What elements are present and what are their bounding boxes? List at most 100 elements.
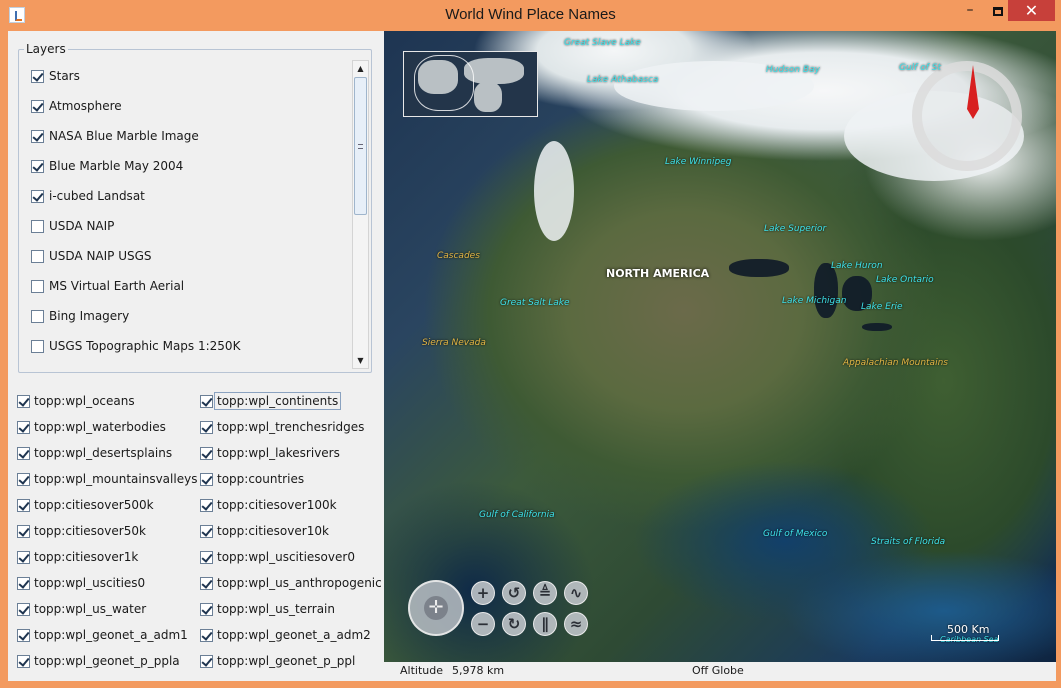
wfs-layer-item[interactable]: topp:wpl_geonet_p_ppla <box>17 651 180 671</box>
wfs-layer-item[interactable]: topp:citiesover500k <box>17 495 154 515</box>
checkbox[interactable] <box>31 189 44 203</box>
checkbox[interactable] <box>17 472 30 486</box>
wfs-layer-item[interactable]: topp:citiesover50k <box>17 521 146 541</box>
layer-item-blue-marble-may-2004[interactable]: Blue Marble May 2004 <box>31 156 183 176</box>
checkbox[interactable] <box>17 654 30 668</box>
exaggeration-up-button[interactable]: ∿ <box>564 581 588 605</box>
checkbox[interactable] <box>31 219 44 233</box>
wfs-layer-item[interactable]: topp:citiesover100k <box>200 495 337 515</box>
minimize-button[interactable]: – <box>956 0 984 24</box>
layer-label: topp:wpl_waterbodies <box>34 420 166 434</box>
checkbox[interactable] <box>17 628 30 642</box>
checkbox[interactable] <box>200 654 213 668</box>
wfs-layer-item[interactable]: topp:citiesover10k <box>200 521 329 541</box>
layer-item-usda-naip-usgs[interactable]: USDA NAIP USGS <box>31 246 152 266</box>
checkbox[interactable] <box>17 394 30 408</box>
heading-left-button[interactable]: ↺ <box>502 581 526 605</box>
wfs-layer-item[interactable]: topp:wpl_geonet_a_adm1 <box>17 625 188 645</box>
checkbox[interactable] <box>31 339 44 353</box>
title-bar[interactable]: World Wind Place Names – ✕ <box>0 0 1061 31</box>
checkbox[interactable] <box>200 550 213 564</box>
scroll-thumb[interactable] <box>354 77 367 215</box>
zoom-in-button[interactable]: + <box>471 581 495 605</box>
checkbox[interactable] <box>200 446 213 460</box>
compass-needle-tail-icon <box>967 109 979 119</box>
wfs-layer-item[interactable]: topp:wpl_uscities0 <box>17 573 145 593</box>
wfs-layer-item[interactable]: topp:wpl_continents <box>200 391 342 411</box>
place-name: Lake Huron <box>831 261 883 271</box>
layer-item-i-cubed-landsat[interactable]: i-cubed Landsat <box>31 186 145 206</box>
layer-item-stars[interactable]: Stars <box>31 66 80 86</box>
zoom-out-button[interactable]: − <box>471 612 495 636</box>
checkbox[interactable] <box>200 394 213 408</box>
checkbox[interactable] <box>31 159 44 173</box>
close-button[interactable]: ✕ <box>1008 0 1055 21</box>
layer-item-bing-imagery[interactable]: Bing Imagery <box>31 306 129 326</box>
place-name: Straits of Florida <box>871 537 946 547</box>
place-name: Gulf of California <box>479 510 555 520</box>
world-wind-canvas[interactable]: Great Slave Lake Lake Athabasca Hudson B… <box>384 31 1056 662</box>
scroll-down-arrow[interactable]: ▼ <box>353 353 368 368</box>
checkbox[interactable] <box>17 524 30 538</box>
checkbox[interactable] <box>31 129 44 143</box>
checkbox[interactable] <box>200 602 213 616</box>
exaggeration-down-button[interactable]: ≈ <box>564 612 588 636</box>
layers-legend: Layers <box>24 42 68 56</box>
wfs-layer-item[interactable]: topp:wpl_desertsplains <box>17 443 172 463</box>
checkbox[interactable] <box>17 420 30 434</box>
layer-item-ms-virtual-earth[interactable]: MS Virtual Earth Aerial <box>31 276 184 296</box>
layers-scrollbar[interactable]: ▲ ▼ <box>352 60 369 369</box>
checkbox[interactable] <box>17 446 30 460</box>
wfs-layer-item[interactable]: topp:wpl_lakesrivers <box>200 443 340 463</box>
layer-label: topp:citiesover100k <box>217 498 337 512</box>
layer-item-nasa-blue-marble[interactable]: NASA Blue Marble Image <box>31 126 199 146</box>
checkbox[interactable] <box>17 602 30 616</box>
checkbox[interactable] <box>31 309 44 323</box>
wfs-layer-item[interactable]: topp:countries <box>200 469 304 489</box>
pitch-up-button[interactable]: ≜ <box>533 581 557 605</box>
checkbox[interactable] <box>200 420 213 434</box>
layer-label: topp:wpl_us_terrain <box>217 602 335 616</box>
wfs-layer-item[interactable]: topp:wpl_us_terrain <box>200 599 335 619</box>
wfs-layer-item[interactable]: topp:wpl_geonet_a_adm2 <box>200 625 371 645</box>
pitch-down-button[interactable]: ∥ <box>533 612 557 636</box>
pan-control[interactable]: ✛ <box>408 580 464 636</box>
checkbox[interactable] <box>17 498 30 512</box>
checkbox[interactable] <box>200 628 213 642</box>
wfs-layer-item[interactable]: topp:wpl_oceans <box>17 391 135 411</box>
wfs-layer-item[interactable]: topp:wpl_trenchesridges <box>200 417 364 437</box>
checkbox[interactable] <box>31 99 44 113</box>
checkbox[interactable] <box>200 498 213 512</box>
layer-item-atmosphere[interactable]: Atmosphere <box>31 96 122 116</box>
wfs-layer-item[interactable]: topp:wpl_uscitiesover0 <box>200 547 355 567</box>
checkbox[interactable] <box>31 69 44 83</box>
layer-label: topp:wpl_geonet_a_adm1 <box>34 628 188 642</box>
overview-land <box>474 82 502 112</box>
checkbox[interactable] <box>17 550 30 564</box>
wfs-layer-item[interactable]: topp:wpl_geonet_p_ppl <box>200 651 355 671</box>
layer-label: topp:citiesover10k <box>217 524 329 538</box>
heading-right-button[interactable]: ↻ <box>502 612 526 636</box>
scroll-up-arrow[interactable]: ▲ <box>353 61 368 76</box>
wfs-layer-item[interactable]: topp:wpl_us_water <box>17 599 146 619</box>
checkbox[interactable] <box>31 249 44 263</box>
layer-item-usgs-topo-250k[interactable]: USGS Topographic Maps 1:250K <box>31 336 240 356</box>
wfs-layer-item[interactable]: topp:citiesover1k <box>17 547 138 567</box>
layer-label: MS Virtual Earth Aerial <box>49 279 185 293</box>
checkbox[interactable] <box>200 472 213 486</box>
world-overview-map[interactable] <box>403 51 538 117</box>
place-name: Lake Ontario <box>876 275 934 285</box>
compass[interactable] <box>912 61 1022 171</box>
lake-superior-shape <box>729 259 789 277</box>
wfs-layer-item[interactable]: topp:wpl_mountainsvalleys <box>17 469 197 489</box>
place-name: Gulf of St <box>899 63 941 73</box>
checkbox[interactable] <box>200 576 213 590</box>
scale-bar: 500 Km <box>931 623 1001 641</box>
place-name: Lake Winnipeg <box>665 157 732 167</box>
checkbox[interactable] <box>200 524 213 538</box>
wfs-layer-item[interactable]: topp:wpl_waterbodies <box>17 417 166 437</box>
layer-item-usda-naip[interactable]: USDA NAIP <box>31 216 114 236</box>
checkbox[interactable] <box>17 576 30 590</box>
wfs-layer-item[interactable]: topp:wpl_us_anthropogenic <box>200 573 382 593</box>
checkbox[interactable] <box>31 279 44 293</box>
